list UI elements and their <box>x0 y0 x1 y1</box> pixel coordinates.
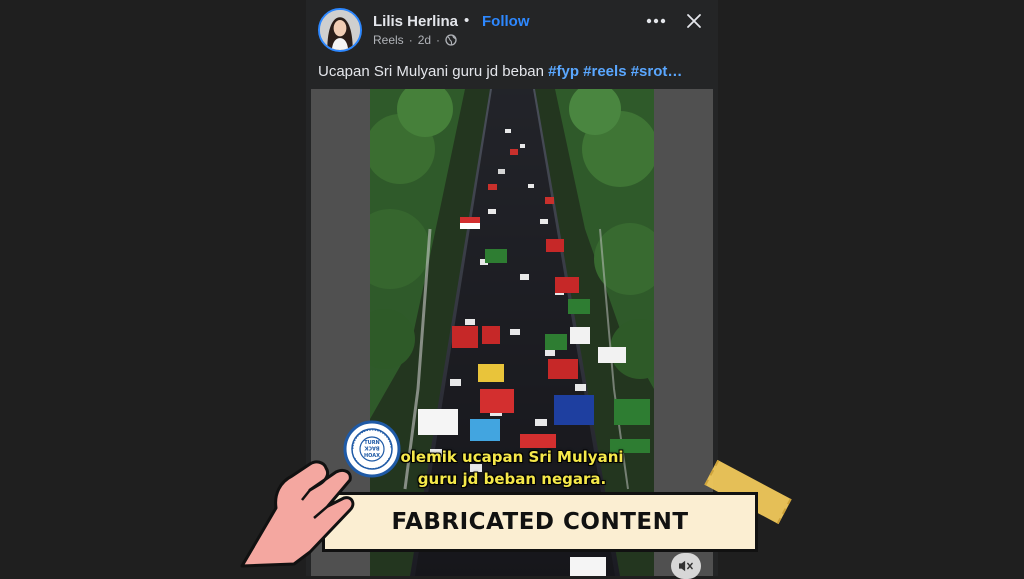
subtitle-line: guru jd beban negara. <box>417 470 607 488</box>
hashtag[interactable]: #srot… <box>631 63 683 80</box>
author-name[interactable]: Lilis Herlina <box>373 13 458 30</box>
follow-button[interactable]: Follow <box>482 13 530 30</box>
fact-check-stamp: FABRICATED CONTENT <box>322 492 758 552</box>
post-caption: Ucapan Sri Mulyani guru jd beban #fyp #r… <box>318 63 682 80</box>
author-avatar[interactable] <box>318 8 362 52</box>
caption-text: Ucapan Sri Mulyani guru jd beban <box>318 63 549 80</box>
muted-speaker-icon <box>679 560 693 572</box>
name-separator: • <box>464 12 470 29</box>
stamp-label: FABRICATED CONTENT <box>391 509 689 535</box>
hand-illustration <box>240 460 355 568</box>
mute-toggle[interactable] <box>671 553 701 579</box>
post-time[interactable]: 2d <box>418 33 431 47</box>
hashtag[interactable]: #reels <box>583 63 626 80</box>
subtitle-line: olemik ucapan Sri Mulyani <box>400 448 624 466</box>
close-icon[interactable] <box>683 10 705 32</box>
video-subtitle: olemik ucapan Sri Mulyani guru jd beban … <box>372 446 652 490</box>
globe-icon <box>445 34 457 46</box>
more-options-icon[interactable] <box>644 9 668 33</box>
source-label[interactable]: Reels <box>373 33 404 47</box>
post-meta: Reels · 2d · <box>373 33 457 47</box>
meta-dot: · <box>408 33 413 47</box>
mafindo-seal-logo: TURN BACK HOAX <box>343 420 401 478</box>
hashtag[interactable]: #fyp <box>548 63 579 80</box>
svg-text:BACK: BACK <box>363 445 379 451</box>
svg-text:HOAX: HOAX <box>364 453 380 459</box>
meta-dot: · <box>436 33 441 47</box>
